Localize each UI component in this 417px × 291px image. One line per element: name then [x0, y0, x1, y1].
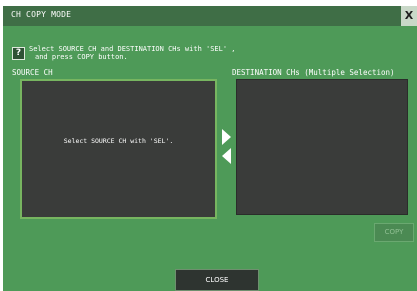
source-ch-message: Select SOURCE CH with 'SEL'.: [63, 137, 174, 145]
instruction-line-2: and press COPY button.: [35, 53, 128, 61]
instruction-line-1: Select SOURCE CH and DESTINATION CHs wit…: [29, 45, 236, 53]
arrow-right-icon: [222, 129, 231, 145]
instruction-text: Select SOURCE CH and DESTINATION CHs wit…: [29, 45, 236, 61]
copy-button[interactable]: COPY: [374, 223, 414, 242]
title-bar: CH COPY MODE X: [3, 6, 417, 26]
ch-copy-mode-window: CH COPY MODE X ? Select SOURCE CH and DE…: [3, 6, 417, 291]
source-ch-label: SOURCE CH: [12, 68, 53, 77]
help-icon: ?: [12, 47, 25, 60]
source-ch-panel[interactable]: Select SOURCE CH with 'SEL'.: [20, 79, 217, 219]
window-title: CH COPY MODE: [11, 10, 72, 19]
destination-chs-panel[interactable]: [236, 79, 408, 215]
arrow-left-icon: [222, 148, 231, 164]
close-icon[interactable]: X: [401, 6, 417, 26]
destination-chs-label: DESTINATION CHs (Multiple Selection): [232, 68, 395, 77]
close-button[interactable]: CLOSE: [175, 269, 259, 291]
